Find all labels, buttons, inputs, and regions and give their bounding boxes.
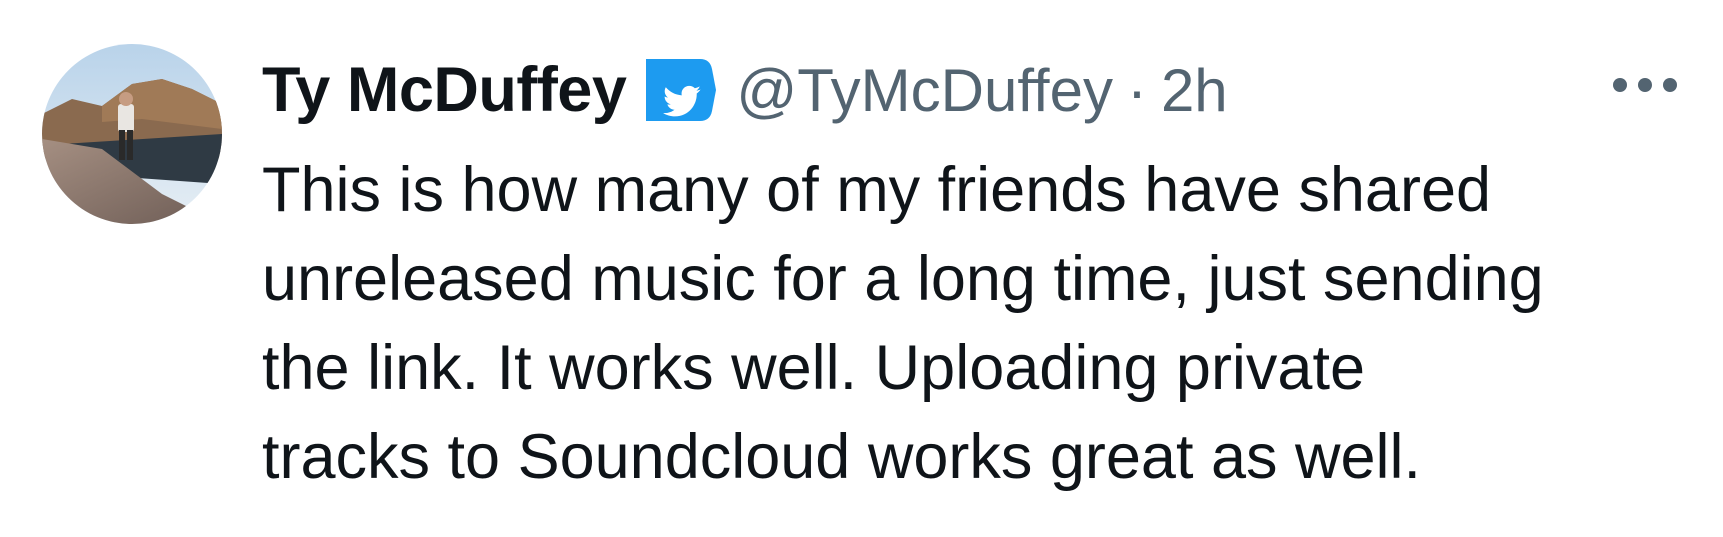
more-horizontal-icon (1613, 78, 1677, 92)
avatar[interactable] (42, 44, 222, 224)
avatar-photo (42, 44, 222, 224)
tweet-timestamp[interactable]: 2h (1161, 56, 1228, 125)
tweet[interactable]: Ty McDuffey @TyMcDuffey · 2h This is how… (0, 0, 1723, 537)
separator-dot: · (1126, 56, 1147, 124)
display-name[interactable]: Ty McDuffey (262, 54, 627, 126)
tweet-text: This is how many of my friends have shar… (262, 155, 1544, 492)
tweet-header: Ty McDuffey @TyMcDuffey · 2h (262, 50, 1228, 130)
author-handle[interactable]: @TyMcDuffey (736, 56, 1113, 125)
more-options-button[interactable] (1600, 60, 1690, 110)
verified-badge-icon (640, 55, 718, 125)
